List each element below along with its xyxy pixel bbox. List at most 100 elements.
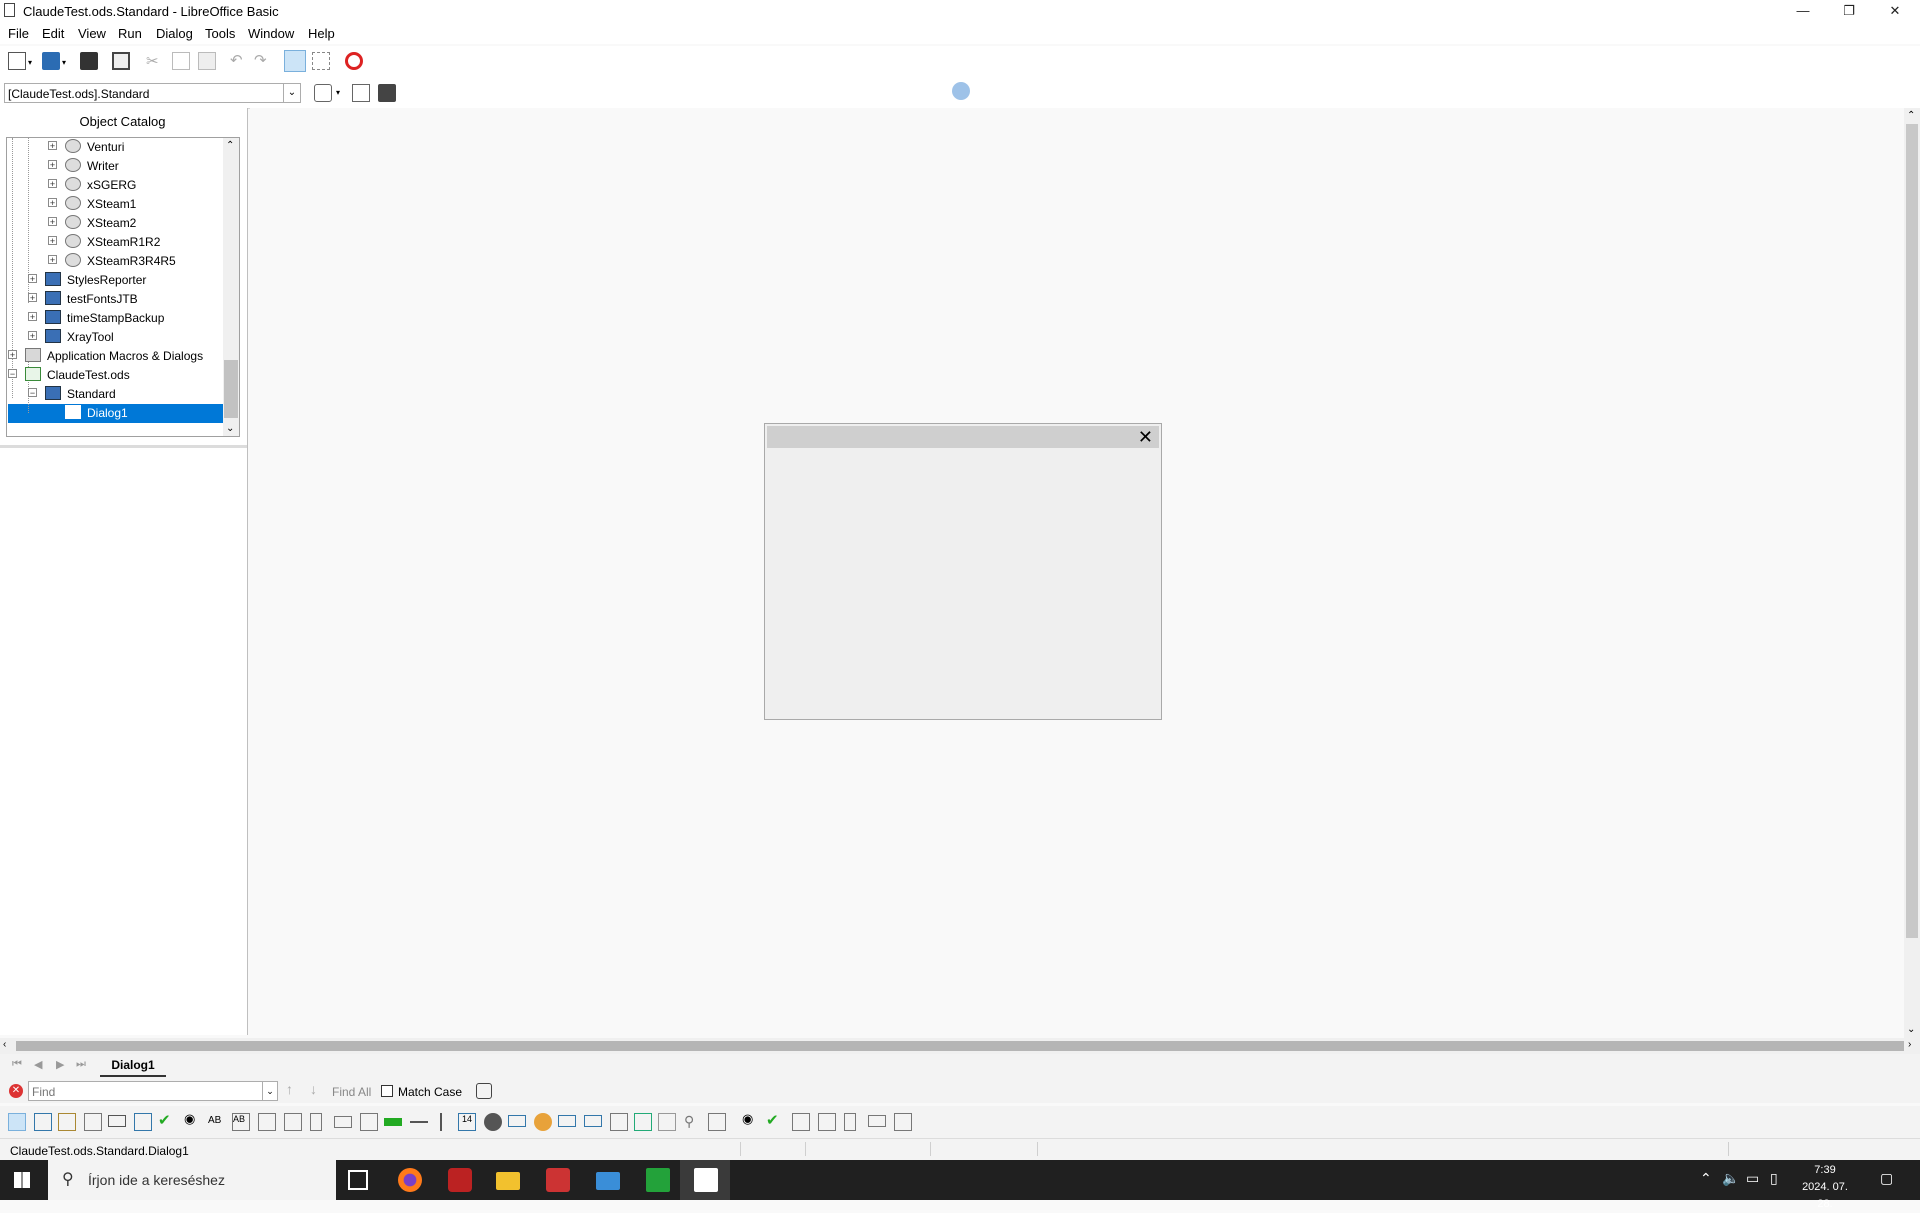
tree-scroll-thumb[interactable] [224,360,238,418]
tree-item-xraytool[interactable]: + XrayTool [7,328,223,347]
battery-icon[interactable]: ▯ [1770,1170,1778,1187]
pattern-field-icon[interactable] [584,1115,602,1127]
date-field-icon[interactable]: 14 [458,1113,476,1131]
taskbar-search-box[interactable]: ⚲ Írjon ide a kereséshez [48,1160,336,1200]
form-spin-button-icon[interactable] [894,1113,912,1131]
menu-run[interactable]: Run [118,26,142,41]
save-as-icon[interactable] [42,52,60,70]
volume-icon[interactable]: 🔈 [1722,1170,1739,1187]
form-wizard-icon[interactable] [312,52,330,70]
form-option-button-icon[interactable]: ◉ [742,1111,760,1129]
first-tab-icon[interactable]: ⏮ [12,1058,22,1071]
tree-item-writer[interactable]: + Writer [7,157,223,176]
taskbar-clock[interactable]: 7:39 2024. 07. 28. [1797,1162,1853,1213]
next-tab-icon[interactable]: ▶ [56,1058,64,1071]
horizontal-line-icon[interactable] [410,1121,428,1123]
vertical-scroll-thumb[interactable] [1906,124,1918,938]
chevron-down-icon[interactable]: ⌄ [226,423,234,434]
new-icon[interactable] [8,52,26,70]
menu-window[interactable]: Window [248,26,294,41]
chevron-down-icon[interactable]: ⌄ [262,1082,277,1100]
firefox-icon[interactable] [398,1168,422,1192]
tree-item-stylesreporter[interactable]: + StylesReporter [7,271,223,290]
form-check-box-icon[interactable]: ✔ [766,1111,784,1129]
tree-item-claudetest-ods[interactable]: − ClaudeTest.ods [7,366,223,385]
group-box-icon[interactable] [360,1113,378,1131]
menu-file[interactable]: File [8,26,29,41]
find-replace-icon[interactable] [476,1083,492,1099]
image-button-icon[interactable] [134,1113,152,1131]
chevron-right-icon[interactable]: › [1908,1039,1911,1050]
table-control-icon[interactable] [658,1113,676,1131]
tree-item-xsteamr3r4r5[interactable]: + XSteamR3R4R5 [7,252,223,271]
catalog-splitter[interactable] [0,445,247,448]
horizontal-scroll-thumb[interactable] [16,1041,1904,1051]
image-control-icon[interactable] [84,1113,102,1131]
time-field-icon[interactable] [484,1113,502,1131]
tree-item-dialog1[interactable]: Dialog1 [7,404,223,423]
menu-dialog[interactable]: Dialog [156,26,193,41]
menu-view[interactable]: View [78,26,106,41]
tree-item-standard[interactable]: − Standard [7,385,223,404]
help-icon[interactable] [345,52,363,70]
horizontal-scrollbar-icon[interactable] [334,1116,352,1128]
library-select[interactable]: [ClaudeTest.ods].Standard ⌄ [4,83,301,103]
tree-item-xsgerg[interactable]: + xSGERG [7,176,223,195]
file-explorer-icon[interactable] [496,1172,520,1190]
test-mode-icon[interactable] [58,1113,76,1131]
tree-scrollbar[interactable]: ⌃ ⌄ [223,138,239,436]
libreoffice-calc-icon[interactable] [646,1168,670,1192]
formatted-field-icon[interactable] [558,1115,576,1127]
import-dialog-icon[interactable] [352,84,370,102]
form-scrollbar-icon[interactable] [844,1113,856,1131]
currency-field-icon[interactable] [534,1113,552,1131]
menu-edit[interactable]: Edit [42,26,64,41]
menu-help[interactable]: Help [308,26,335,41]
push-button-icon[interactable] [108,1115,126,1127]
tree-item-application-macros[interactable]: + Application Macros & Dialogs [7,347,223,366]
design-mode-icon[interactable] [284,50,306,72]
chevron-left-icon[interactable]: ‹ [3,1039,6,1050]
chevron-down-icon[interactable]: ⌄ [1907,1024,1915,1035]
hyperlink-control-icon[interactable]: ⚲ [684,1113,702,1131]
tree-item-xsteam2[interactable]: + XSteam2 [7,214,223,233]
macros-icon[interactable] [314,84,332,102]
spin-button-icon[interactable] [708,1113,726,1131]
match-case-checkbox[interactable] [381,1085,393,1097]
prev-tab-icon[interactable]: ◀ [34,1058,42,1071]
minimize-button[interactable]: — [1780,0,1826,22]
vertical-scrollbar-icon[interactable] [310,1113,322,1131]
tab-dialog1[interactable]: Dialog1 [100,1055,166,1077]
last-tab-icon[interactable]: ⏭ [76,1058,86,1071]
file-selection-icon[interactable] [610,1113,628,1131]
close-find-icon[interactable]: ✕ [9,1084,23,1098]
tree-item-timestampbackup[interactable]: + timeStampBackup [7,309,223,328]
form-list-box-icon[interactable] [792,1113,810,1131]
label-field-icon[interactable]: AB [208,1115,226,1133]
check-box-icon[interactable]: ✔ [158,1111,176,1129]
tree-item-testfontsjtb[interactable]: + testFontsJTB [7,290,223,309]
print-icon[interactable] [112,52,130,70]
close-icon[interactable]: ✕ [1138,427,1153,447]
restore-button[interactable]: ❐ [1826,0,1872,22]
find-all-button[interactable]: Find All [332,1085,371,1099]
open-dropdown-icon[interactable]: ▾ [62,58,70,67]
redo-icon[interactable]: ↷ [254,51,272,69]
paste-icon[interactable] [198,52,216,70]
select-icon[interactable] [8,1113,26,1131]
windows-start-icon[interactable] [14,1172,30,1188]
option-button-icon[interactable]: ◉ [184,1111,202,1129]
menu-tools[interactable]: Tools [205,26,235,41]
tree-item-xsteam1[interactable]: + XSteam1 [7,195,223,214]
chevron-up-icon[interactable]: ⌃ [1907,110,1915,121]
form-push-button-icon[interactable] [868,1115,886,1127]
numeric-field-icon[interactable] [508,1115,526,1127]
new-dropdown-icon[interactable]: ▾ [28,58,36,67]
undo-icon[interactable]: ↶ [230,51,248,69]
combo-box-icon[interactable] [284,1113,302,1131]
dialog-title-bar[interactable]: ✕ [767,426,1159,448]
copy-icon[interactable] [172,52,190,70]
libreoffice-icon[interactable] [694,1168,718,1192]
find-input[interactable]: Find ⌄ [28,1081,278,1101]
cut-icon[interactable]: ✂ [146,52,164,70]
